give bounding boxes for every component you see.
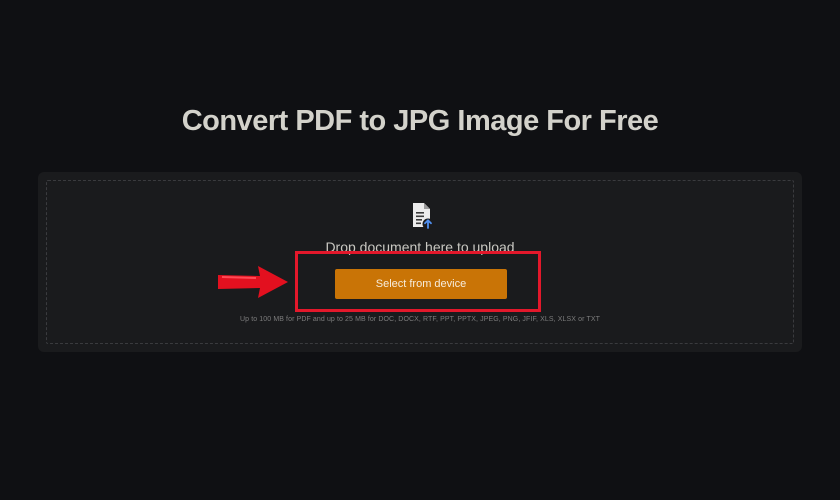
document-upload-icon — [413, 203, 434, 230]
red-arrow-right-icon — [218, 266, 288, 298]
file-limits-note: Up to 100 MB for PDF and up to 25 MB for… — [240, 316, 600, 323]
page-title: Convert PDF to JPG Image For Free — [181, 105, 659, 137]
highlight-box — [295, 251, 541, 312]
